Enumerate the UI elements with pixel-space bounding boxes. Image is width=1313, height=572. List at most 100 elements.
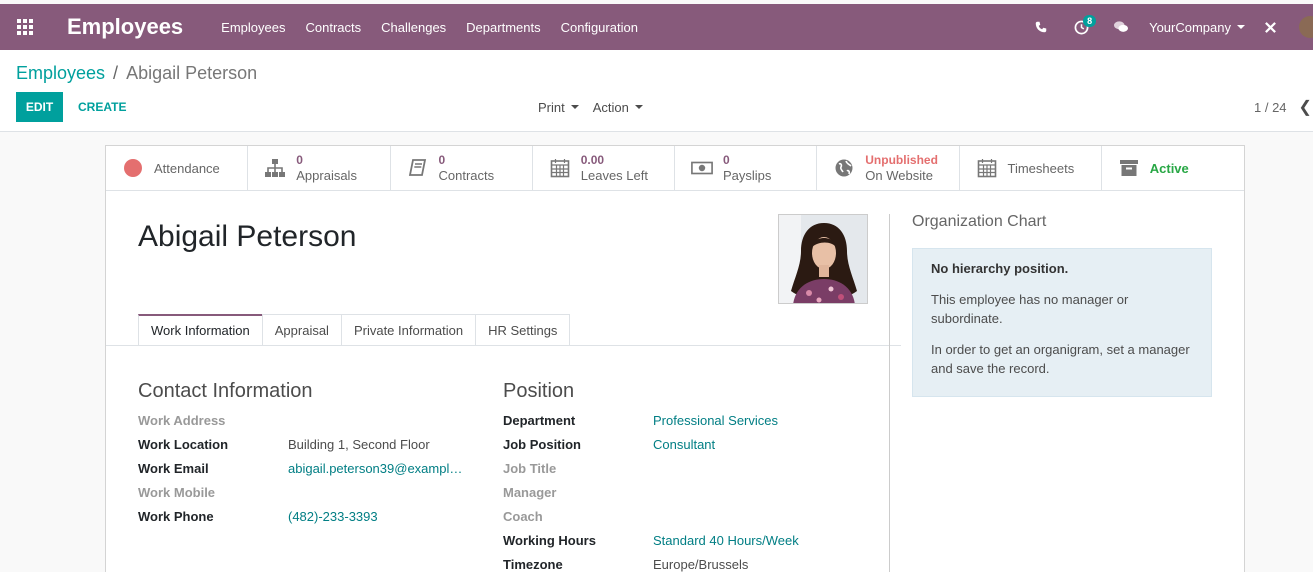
- stat-value: 0.00: [580, 153, 605, 167]
- payslips-button[interactable]: 0 Payslips: [675, 146, 818, 190]
- field-label: Work Location: [138, 436, 229, 452]
- debug-tools-icon[interactable]: [1255, 4, 1285, 50]
- app-brand[interactable]: Employees: [67, 14, 183, 40]
- chatter-divider: [889, 214, 890, 572]
- form-tabs: Work Information Appraisal Private Infor…: [138, 314, 571, 346]
- control-panel: Employees / Abigail Peterson EDIT CREATE…: [0, 50, 1313, 132]
- smart-button-box: Attendance 0 Appraisals 0 Contracts 0.00 Le…: [106, 146, 1244, 191]
- stat-label: Appraisals: [296, 168, 357, 183]
- breadcrumb-separator: /: [113, 63, 119, 83]
- field-label: Job Title: [503, 460, 557, 476]
- tabs-divider: [106, 345, 901, 346]
- archive-icon: [1118, 157, 1140, 179]
- stat-label: Contracts: [438, 168, 495, 183]
- employee-photo[interactable]: [778, 214, 868, 304]
- stat-value: 0: [296, 153, 303, 167]
- department-link[interactable]: Professional Services: [653, 413, 778, 428]
- attendance-dot-icon: [122, 157, 144, 179]
- edit-button[interactable]: EDIT: [16, 92, 63, 122]
- org-chart-notice: No hierarchy position. This employee has…: [912, 248, 1212, 397]
- menu-contracts[interactable]: Contracts: [295, 20, 371, 35]
- work-phone-link[interactable]: (482)-233-3393: [288, 509, 378, 524]
- field-label: Coach: [503, 508, 543, 524]
- user-avatar[interactable]: [1299, 16, 1313, 38]
- field-coach: Coach: [503, 504, 653, 528]
- field-label: Work Phone: [138, 508, 214, 524]
- stat-value: 0: [438, 153, 446, 167]
- form-sheet: Attendance 0 Appraisals 0 Contracts 0.00 Le…: [105, 145, 1245, 572]
- chat-icon[interactable]: [1101, 4, 1141, 50]
- field-department: Department Professional Services: [503, 408, 778, 432]
- breadcrumb-employees-link[interactable]: Employees: [16, 63, 105, 84]
- activity-clock-icon[interactable]: 8: [1061, 4, 1101, 50]
- menu-challenges[interactable]: Challenges: [371, 20, 456, 35]
- menu-employees[interactable]: Employees: [211, 20, 295, 35]
- field-job-title: Job Title: [503, 456, 653, 480]
- contracts-button[interactable]: 0 Contracts: [391, 146, 533, 190]
- chevron-down-icon: [1237, 25, 1245, 29]
- appraisals-button[interactable]: 0 Appraisals: [248, 146, 391, 190]
- field-label: Department: [503, 412, 576, 428]
- field-label: Timezone: [503, 556, 563, 572]
- sitemap-icon: [264, 157, 286, 179]
- tab-hr-settings[interactable]: HR Settings: [475, 314, 571, 346]
- field-work-mobile: Work Mobile: [138, 480, 288, 504]
- money-icon: [691, 157, 713, 179]
- activity-count-badge: 8: [1083, 15, 1097, 27]
- field-manager: Manager: [503, 480, 653, 504]
- main-menu: Employees Contracts Challenges Departmen…: [211, 20, 648, 35]
- working-hours-link[interactable]: Standard 40 Hours/Week: [653, 533, 799, 548]
- field-job-position: Job Position Consultant: [503, 432, 715, 456]
- org-chart-text: In order to get an organigram, set a man…: [931, 342, 1190, 376]
- stat-label: On Website: [865, 168, 933, 183]
- attendance-button[interactable]: Attendance: [106, 146, 249, 190]
- field-work-phone: Work Phone (482)-233-3393: [138, 504, 378, 528]
- pager-value[interactable]: 1 / 24: [1254, 100, 1287, 115]
- print-dropdown[interactable]: Print: [538, 100, 579, 115]
- chevron-left-icon[interactable]: ❮: [1299, 97, 1312, 117]
- pager: 1 / 24 ❮: [1254, 92, 1312, 122]
- stat-label: Attendance: [154, 160, 220, 176]
- menu-configuration[interactable]: Configuration: [551, 20, 648, 35]
- employee-name[interactable]: Abigail Peterson: [138, 220, 356, 254]
- field-label: Work Address: [138, 412, 226, 428]
- field-value: Europe/Brussels: [653, 556, 749, 572]
- stat-label: Active: [1149, 160, 1189, 176]
- action-dropdown[interactable]: Action: [593, 100, 643, 115]
- create-button[interactable]: CREATE: [70, 92, 134, 122]
- website-button[interactable]: Unpublished On Website: [817, 146, 960, 190]
- tab-private-information[interactable]: Private Information: [340, 314, 476, 346]
- leaves-button[interactable]: 0.00 Leaves Left: [533, 146, 675, 190]
- stat-value: 0: [723, 153, 730, 167]
- book-icon: [407, 157, 429, 179]
- company-switcher[interactable]: YourCompany: [1141, 20, 1255, 35]
- breadcrumb-current: Abigail Peterson: [126, 63, 258, 83]
- active-toggle-button[interactable]: Active: [1102, 146, 1244, 190]
- field-value: Building 1, Second Floor: [288, 436, 430, 452]
- phone-icon[interactable]: [1021, 4, 1061, 50]
- apps-menu-icon[interactable]: [0, 4, 50, 50]
- action-label: Action: [592, 99, 629, 115]
- stat-label: Leaves Left: [580, 168, 648, 183]
- field-timezone: Timezone Europe/Brussels: [503, 552, 748, 572]
- timesheets-button[interactable]: Timesheets: [960, 146, 1102, 190]
- field-working-hours: Working Hours Standard 40 Hours/Week: [503, 528, 799, 552]
- stat-value: Unpublished: [865, 153, 938, 167]
- org-chart-heading: No hierarchy position.: [931, 261, 1069, 276]
- stat-label: Payslips: [723, 168, 772, 183]
- chevron-down-icon: [634, 105, 643, 109]
- work-email-link[interactable]: abigail.peterson39@exampl…: [288, 461, 462, 476]
- contact-section-title: Contact Information: [138, 380, 313, 402]
- menu-departments[interactable]: Departments: [456, 20, 550, 35]
- position-section-title: Position: [503, 380, 575, 402]
- breadcrumb: Employees / Abigail Peterson: [16, 63, 257, 84]
- field-work-location: Work Location Building 1, Second Floor: [138, 432, 430, 456]
- job-position-link[interactable]: Consultant: [653, 437, 715, 452]
- field-label: Work Email: [138, 460, 209, 476]
- print-label: Print: [538, 99, 565, 115]
- tab-work-information[interactable]: Work Information: [138, 314, 262, 346]
- field-work-email: Work Email abigail.peterson39@exampl…: [138, 456, 462, 480]
- calendar-icon: [549, 157, 571, 179]
- tab-appraisal[interactable]: Appraisal: [261, 314, 341, 346]
- calendar-icon: [976, 157, 998, 179]
